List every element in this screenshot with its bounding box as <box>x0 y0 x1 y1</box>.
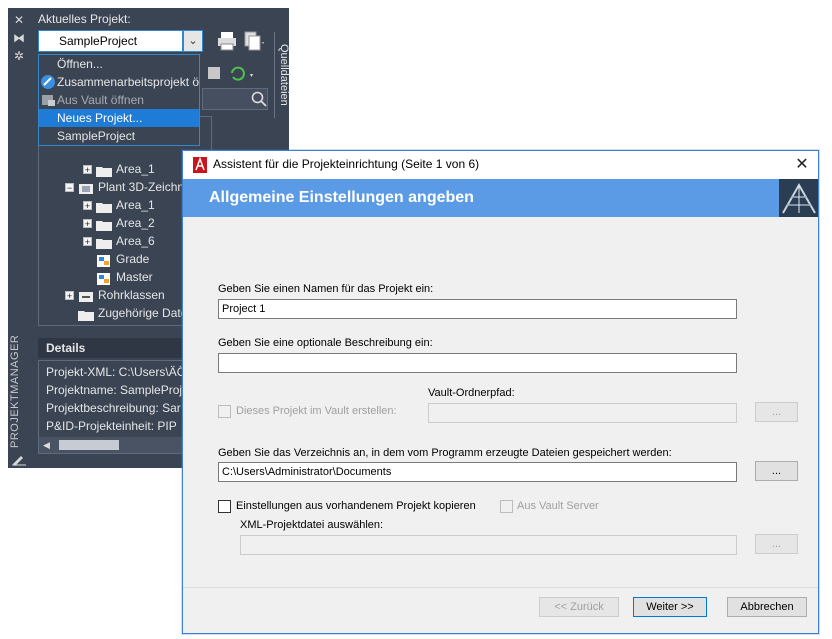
tree-item[interactable]: + Rohrklassen <box>65 286 165 304</box>
palette-side-strip: ✕ ⧓ ✲ PROJEKTMANAGER <box>8 8 30 468</box>
expand-icon[interactable]: + <box>83 219 92 229</box>
vault-path-label: Vault-Ordnerpfad: <box>428 387 515 399</box>
vault-server-checkbox[interactable] <box>500 500 513 513</box>
menu-item-collab-project[interactable]: Zusammenarbeitsprojekt ö <box>39 73 199 91</box>
menu-item-label: Aus Vault öffnen <box>57 93 144 107</box>
vault-server-label: Aus Vault Server <box>517 500 599 512</box>
app-icon <box>193 156 207 173</box>
project-name-input[interactable]: Project 1 <box>218 299 737 319</box>
tree-item-label: Area_6 <box>116 234 155 248</box>
expand-icon[interactable]: + <box>83 165 92 175</box>
vault-browse-button[interactable]: ... <box>755 402 798 422</box>
drawing-file-icon <box>96 254 112 267</box>
wizard-content: Geben Sie einen Namen für das Projekt ei… <box>183 217 818 587</box>
folder-icon <box>96 164 112 177</box>
menu-item-open-from-vault[interactable]: Aus Vault öffnen <box>39 91 199 109</box>
directory-browse-button[interactable]: ... <box>755 461 798 481</box>
tree-item-label: Area_2 <box>116 216 155 230</box>
details-row: Projektbeschreibung: Sar <box>46 401 181 415</box>
tree-item[interactable]: Zugehörige Date <box>78 304 187 322</box>
tree-item[interactable]: Master <box>96 268 153 286</box>
tab-quelldateien[interactable]: Quelldateien <box>274 32 290 118</box>
collaboration-icon <box>40 74 56 90</box>
description-label: Geben Sie eine optionale Beschreibung ei… <box>218 337 433 349</box>
xml-browse-button[interactable]: ... <box>755 534 798 554</box>
menu-item-sample-project[interactable]: SampleProject <box>39 127 199 145</box>
palette-title: PROJEKTMANAGER <box>9 334 21 448</box>
plant-structure-image <box>779 179 818 217</box>
copy-settings-checkbox[interactable] <box>218 500 231 513</box>
details-row: P&ID-Projekteinheit: PIP <box>46 419 177 433</box>
tree-item[interactable]: + Area_1 <box>83 196 155 214</box>
xml-file-input[interactable] <box>240 535 737 555</box>
vault-path-input[interactable] <box>428 403 737 423</box>
folder-icon <box>96 236 112 249</box>
project-setup-wizard-dialog: Assistent für die Projekteinrichtung (Se… <box>182 150 819 634</box>
current-project-label: Aktuelles Projekt: <box>38 12 131 26</box>
properties-icon[interactable]: ✲ <box>11 48 27 64</box>
tree-item[interactable]: + Area_1 <box>83 160 155 178</box>
chevron-down-icon[interactable]: ⌄ <box>183 30 203 52</box>
description-input[interactable] <box>218 353 737 373</box>
dialog-titlebar[interactable]: Assistent für die Projekteinrichtung (Se… <box>183 151 818 179</box>
menu-item-label: Zusammenarbeitsprojekt ö <box>57 75 199 89</box>
close-icon[interactable]: ✕ <box>11 12 27 28</box>
project-name-label: Geben Sie einen Namen für das Projekt ei… <box>218 283 434 295</box>
wizard-header-band: Allgemeine Einstellungen angeben <box>183 179 818 217</box>
tree-item[interactable]: − Plant 3D-Zeichn <box>65 178 184 196</box>
tree-item[interactable]: Grade <box>96 250 149 268</box>
copy-settings-label: Einstellungen aus vorhandenem Projekt ko… <box>236 500 476 512</box>
tree-item[interactable]: + Area_6 <box>83 232 155 250</box>
menu-item-open[interactable]: Öffnen... <box>39 55 199 73</box>
cancel-button[interactable]: Abbrechen <box>727 597 807 617</box>
pages-icon[interactable] <box>242 30 266 52</box>
search-icon[interactable] <box>251 91 267 107</box>
scroll-left-icon[interactable]: ◀ <box>43 440 51 450</box>
pencil-icon <box>11 452 27 466</box>
output-directory-input[interactable]: C:\Users\Administrator\Documents <box>218 462 737 482</box>
drawing-folder-icon <box>78 182 94 194</box>
tree-item-label: Plant 3D-Zeichn <box>98 180 185 194</box>
expand-icon[interactable]: + <box>83 237 92 247</box>
wizard-footer: << Zurück Weiter >> Abbrechen <box>183 587 818 633</box>
tree-item-label: Grade <box>116 252 150 266</box>
tree-item-label: Area_1 <box>116 198 155 212</box>
back-button[interactable]: << Zurück <box>539 597 619 617</box>
folder-icon <box>96 200 112 213</box>
secondary-toolbar <box>204 64 274 82</box>
tree-item-label: Rohrklassen <box>98 288 165 302</box>
folder-icon <box>78 308 94 321</box>
close-icon[interactable]: ✕ <box>791 154 813 176</box>
tree-item-label: Zugehörige Date <box>98 306 188 320</box>
vault-create-checkbox[interactable] <box>218 405 231 418</box>
expand-icon[interactable]: + <box>83 201 92 211</box>
project-dropdown-list: Öffnen... Zusammenarbeitsprojekt ö Aus V… <box>38 54 200 146</box>
tree-item-label: Master <box>116 270 153 284</box>
current-project-combo[interactable]: SampleProject <box>38 30 183 52</box>
output-directory-label: Geben Sie das Verzeichnis an, in dem vom… <box>218 447 672 459</box>
details-row: Projekt-XML: C:\Users\ÄÖ <box>46 365 187 379</box>
tree-item-label: Area_1 <box>116 162 155 176</box>
next-button[interactable]: Weiter >> <box>633 597 707 617</box>
wizard-heading: Allgemeine Einstellungen angeben <box>209 189 474 206</box>
vault-create-label: Dieses Projekt im Vault erstellen: <box>236 405 397 417</box>
auto-hide-icon[interactable]: ⧓ <box>11 30 27 46</box>
xml-file-label: XML-Projektdatei auswählen: <box>240 519 384 531</box>
tree-search-box[interactable] <box>202 88 268 110</box>
scrollbar-thumb[interactable] <box>59 440 119 450</box>
vault-icon <box>40 92 56 108</box>
menu-item-label: SampleProject <box>57 129 136 143</box>
menu-item-new-project[interactable]: Neues Projekt... <box>39 109 199 127</box>
details-row: Projektname: SampleProj <box>46 383 183 397</box>
pipe-spec-icon <box>78 290 94 302</box>
menu-item-label: Neues Projekt... <box>57 111 143 125</box>
menu-item-label: Öffnen... <box>57 57 103 71</box>
dialog-title: Assistent für die Projekteinrichtung (Se… <box>213 157 480 171</box>
print-icon[interactable] <box>216 30 238 52</box>
expand-icon[interactable]: + <box>65 291 74 301</box>
collapse-icon[interactable]: − <box>65 183 74 193</box>
drawing-file-icon <box>96 272 112 285</box>
folder-icon <box>96 218 112 231</box>
tree-item[interactable]: + Area_2 <box>83 214 155 232</box>
